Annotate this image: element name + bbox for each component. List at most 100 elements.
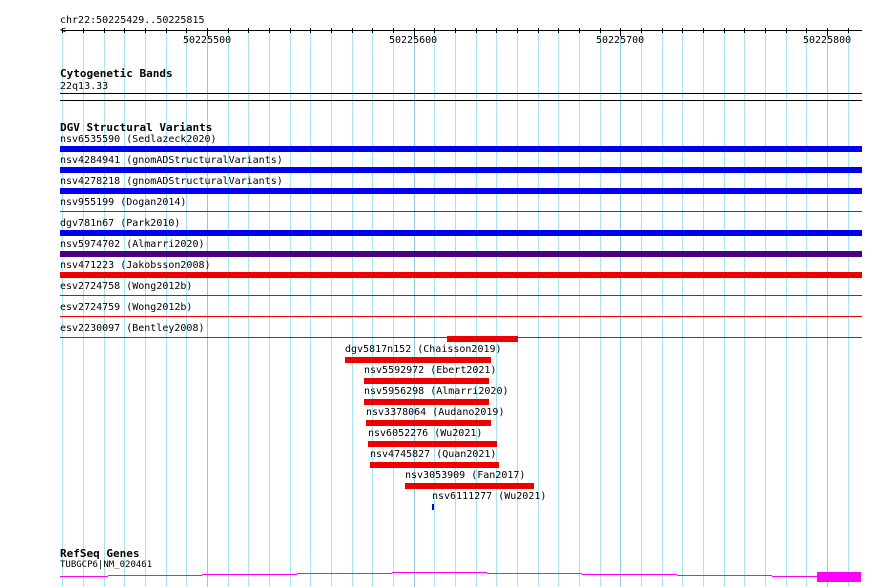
grid-line <box>662 28 663 587</box>
ruler-tick <box>496 28 497 33</box>
ruler-tick <box>434 28 435 33</box>
ruler-tick <box>83 28 84 33</box>
dgv-row-label[interactable]: nsv5974702 (Almarri2020) <box>60 239 205 250</box>
grid-line <box>620 28 621 587</box>
dgv-feature-label[interactable]: nsv6052276 (Wu2021) <box>368 428 482 439</box>
grid-line <box>765 28 766 587</box>
grid-line <box>228 28 229 587</box>
grid-line <box>331 28 332 587</box>
grid-line <box>827 28 828 587</box>
ruler-tick <box>806 28 807 33</box>
dgv-feature-bar[interactable] <box>370 462 499 468</box>
grid-line <box>434 28 435 587</box>
ruler-tick <box>228 28 229 33</box>
dgv-row-label[interactable]: nsv955199 (Dogan2014) <box>60 197 186 208</box>
dgv-feature-bar[interactable] <box>364 378 489 384</box>
dgv-feature-bar[interactable] <box>345 357 491 363</box>
grid-line <box>393 28 394 587</box>
ruler-tick <box>290 28 291 33</box>
dgv-feature-label[interactable]: nsv5956298 (Almarri2020) <box>364 386 509 397</box>
ruler-tick <box>662 28 663 33</box>
dgv-row-label[interactable]: nsv4284941 (gnomADStructuralVariants) <box>60 155 283 166</box>
ruler-tick <box>372 28 373 33</box>
gene-intron <box>487 573 582 574</box>
dgv-row-label[interactable]: nsv471223 (Jakobsson2008) <box>60 260 211 271</box>
dgv-feature-label[interactable]: dgv5817n152 (Chaisson2019) <box>345 344 502 355</box>
ruler-tick-label: 50225700 <box>596 35 645 46</box>
dgv-feature-label[interactable]: nsv3378064 (Audano2019) <box>366 407 504 418</box>
gene-intron <box>297 573 392 574</box>
dgv-row-bar[interactable] <box>60 211 862 212</box>
gene-intron <box>202 574 297 575</box>
dgv-feature-bar[interactable] <box>368 441 497 447</box>
grid-line <box>600 28 601 587</box>
grid-line <box>703 28 704 587</box>
ruler-tick <box>765 28 766 33</box>
grid-line <box>724 28 725 587</box>
ruler-tick <box>579 28 580 33</box>
dgv-row-label[interactable]: esv2724758 (Wong2012b) <box>60 281 192 292</box>
grid-line <box>848 28 849 587</box>
grid-line <box>290 28 291 587</box>
ruler-tick <box>600 28 601 33</box>
ruler-tick <box>145 28 146 33</box>
dgv-feature-label[interactable]: nsv3053909 (Fan2017) <box>405 470 525 481</box>
dgv-row-bar[interactable] <box>60 295 862 296</box>
dgv-row-bar[interactable] <box>60 272 862 278</box>
grid-line <box>682 28 683 587</box>
dgv-feature-bar[interactable] <box>366 420 491 426</box>
grid-line <box>496 28 497 587</box>
dgv-feature-label[interactable]: nsv4745827 (Quan2021) <box>370 449 496 460</box>
ruler-tick <box>104 28 105 33</box>
cytoband-bar[interactable] <box>60 93 862 94</box>
ruler-tick <box>744 28 745 33</box>
ruler-tick <box>393 28 394 33</box>
refseq-track-title[interactable]: RefSeq Genes <box>60 547 139 560</box>
grid-line <box>476 28 477 587</box>
dgv-feature-bar[interactable] <box>432 504 434 510</box>
gene-intron <box>108 575 202 576</box>
track-divider <box>60 100 862 101</box>
dgv-feature-label[interactable]: nsv5592972 (Ebert2021) <box>364 365 496 376</box>
cytoband-label: 22q13.33 <box>60 81 109 92</box>
dgv-track-title[interactable]: DGV Structural Variants <box>60 121 212 134</box>
ruler-tick <box>269 28 270 33</box>
dgv-row-label[interactable]: esv2230097 (Bentley2008) <box>60 323 205 334</box>
dgv-feature-bar[interactable] <box>405 483 534 489</box>
grid-line <box>352 28 353 587</box>
ruler-left-arrow-icon[interactable]: < <box>60 25 66 36</box>
dgv-row-label[interactable]: nsv4278218 (gnomADStructuralVariants) <box>60 176 283 187</box>
dgv-row-bar[interactable] <box>60 146 862 152</box>
ruler-tick <box>848 28 849 33</box>
gene-intron <box>677 575 772 576</box>
dgv-feature-bar[interactable] <box>447 336 518 342</box>
grid-line <box>414 28 415 587</box>
ruler-tick <box>641 28 642 33</box>
dgv-row-bar[interactable] <box>60 188 862 194</box>
ruler-tick <box>331 28 332 33</box>
dgv-row-label[interactable]: dgv781n67 (Park2010) <box>60 218 180 229</box>
dgv-row-bar[interactable] <box>60 230 862 236</box>
ruler-tick <box>124 28 125 33</box>
ruler-tick <box>517 28 518 33</box>
dgv-row-bar[interactable] <box>60 251 862 257</box>
dgv-feature-label[interactable]: nsv6111277 (Wu2021) <box>432 491 546 502</box>
ruler-tick-label: 50225600 <box>389 35 438 46</box>
dgv-row-bar[interactable] <box>60 167 862 173</box>
grid-line <box>579 28 580 587</box>
ruler-tick <box>476 28 477 33</box>
dgv-row-label[interactable]: esv2724759 (Wong2012b) <box>60 302 192 313</box>
ruler-tick <box>682 28 683 33</box>
grid-line <box>269 28 270 587</box>
dgv-feature-bar[interactable] <box>364 399 489 405</box>
grid-line <box>744 28 745 587</box>
gene-intron <box>392 572 487 573</box>
gene-exon[interactable] <box>817 572 861 582</box>
ruler-tick <box>786 28 787 33</box>
dgv-row-bar[interactable] <box>60 316 862 317</box>
cytoband-track-title[interactable]: Cytogenetic Bands <box>60 67 173 80</box>
ruler-tick <box>186 28 187 33</box>
grid-line <box>310 28 311 587</box>
grid-line <box>517 28 518 587</box>
dgv-row-label[interactable]: nsv6535590 (Sedlazeck2020) <box>60 134 217 145</box>
